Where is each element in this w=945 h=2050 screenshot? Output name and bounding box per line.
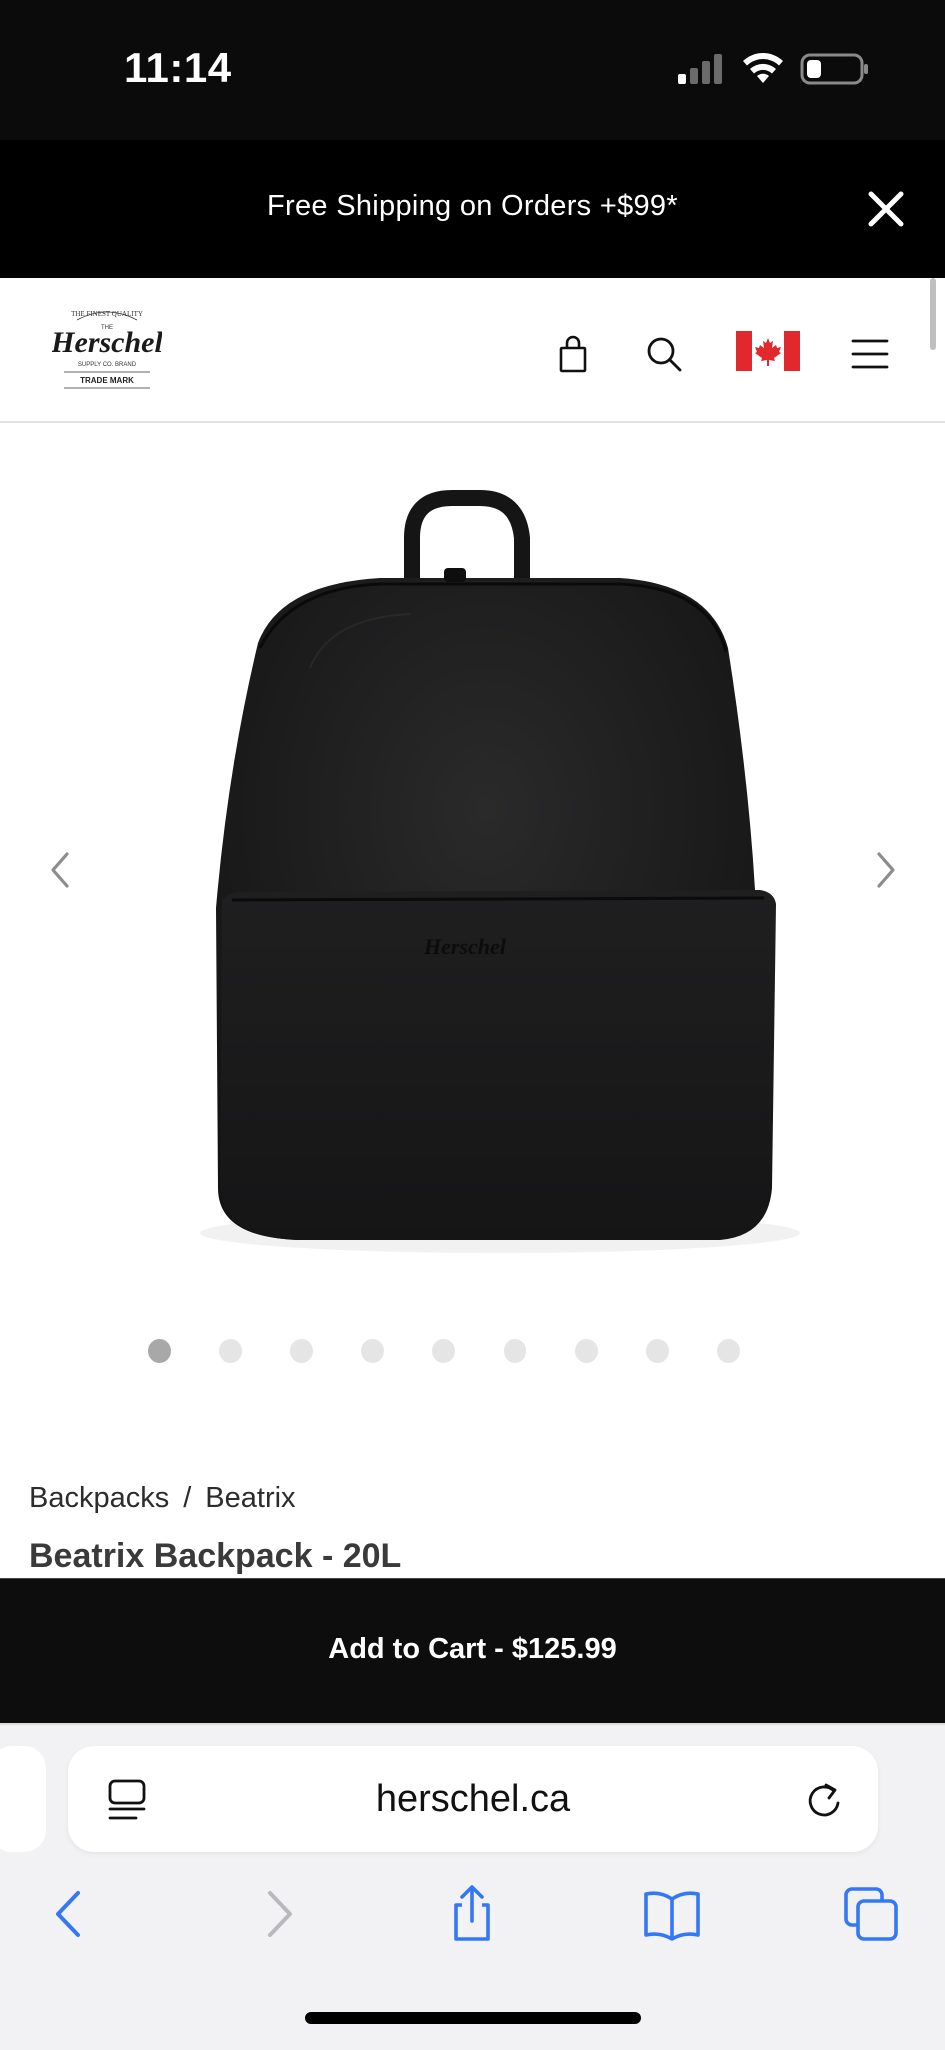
pagination-dot[interactable] <box>219 1339 243 1363</box>
wifi-icon <box>743 53 783 83</box>
breadcrumb: Backpacks / Beatrix <box>29 1482 296 1515</box>
back-icon[interactable] <box>42 1885 102 1943</box>
page-scrollbar[interactable] <box>930 278 936 350</box>
hamburger-menu-icon[interactable] <box>850 337 890 371</box>
svg-text:Herschel: Herschel <box>52 326 162 359</box>
forward-icon[interactable] <box>246 1885 306 1943</box>
reload-icon[interactable] <box>804 1777 844 1821</box>
pagination-dot[interactable] <box>148 1339 171 1363</box>
pagination-dot[interactable] <box>645 1339 669 1363</box>
breadcrumb-separator: / <box>183 1482 192 1514</box>
tabs-icon[interactable] <box>842 1885 902 1943</box>
battery-icon <box>800 53 868 85</box>
pagination-dot[interactable] <box>361 1339 385 1363</box>
promo-text: Free Shipping on Orders +$99* <box>267 190 678 222</box>
bookmarks-icon[interactable] <box>642 1885 702 1943</box>
address-url[interactable]: herschel.ca <box>68 1778 878 1821</box>
cellular-signal-icon <box>678 54 722 84</box>
breadcrumb-link-backpacks[interactable]: Backpacks <box>29 1482 169 1515</box>
add-to-cart-button[interactable]: Add to Cart - $125.99 <box>0 1578 945 1724</box>
home-indicator[interactable] <box>305 2012 641 2024</box>
svg-text:TRADE MARK: TRADE MARK <box>80 376 134 385</box>
pagination-dot[interactable] <box>574 1339 598 1363</box>
svg-text:THE FINEST QUALITY: THE FINEST QUALITY <box>71 310 143 318</box>
pagination-dot[interactable] <box>432 1339 456 1363</box>
canada-flag-icon[interactable] <box>736 331 800 371</box>
breadcrumb-link-beatrix[interactable]: Beatrix <box>205 1482 295 1515</box>
herschel-logo[interactable]: THE FINEST QUALITY THE Herschel SUPPLY C… <box>52 302 162 398</box>
reader-mode-icon[interactable] <box>106 1778 148 1822</box>
pagination-dot[interactable] <box>503 1339 527 1363</box>
share-icon[interactable] <box>442 1885 502 1943</box>
shopping-bag-icon[interactable] <box>556 334 590 374</box>
status-time: 11:14 <box>124 44 232 91</box>
close-icon[interactable] <box>865 188 907 230</box>
pagination-dot[interactable] <box>290 1339 314 1363</box>
chevron-right-icon[interactable] <box>866 848 906 892</box>
product-title: Beatrix Backpack - 20L <box>29 1537 402 1575</box>
chevron-left-icon[interactable] <box>40 848 80 892</box>
pagination-dot[interactable] <box>716 1339 740 1363</box>
previous-tab-pill[interactable] <box>0 1746 46 1852</box>
backpack-brand: Herschel <box>423 934 507 959</box>
search-icon[interactable] <box>644 334 684 374</box>
gallery-pagination <box>148 1339 788 1367</box>
add-to-cart-label: Add to Cart - $125.99 <box>328 1633 617 1665</box>
black-backpack-image: Herschel <box>200 490 800 1253</box>
promo-banner: Free Shipping on Orders +$99* <box>0 140 945 278</box>
svg-text:SUPPLY CO. BRAND: SUPPLY CO. BRAND <box>78 362 137 368</box>
